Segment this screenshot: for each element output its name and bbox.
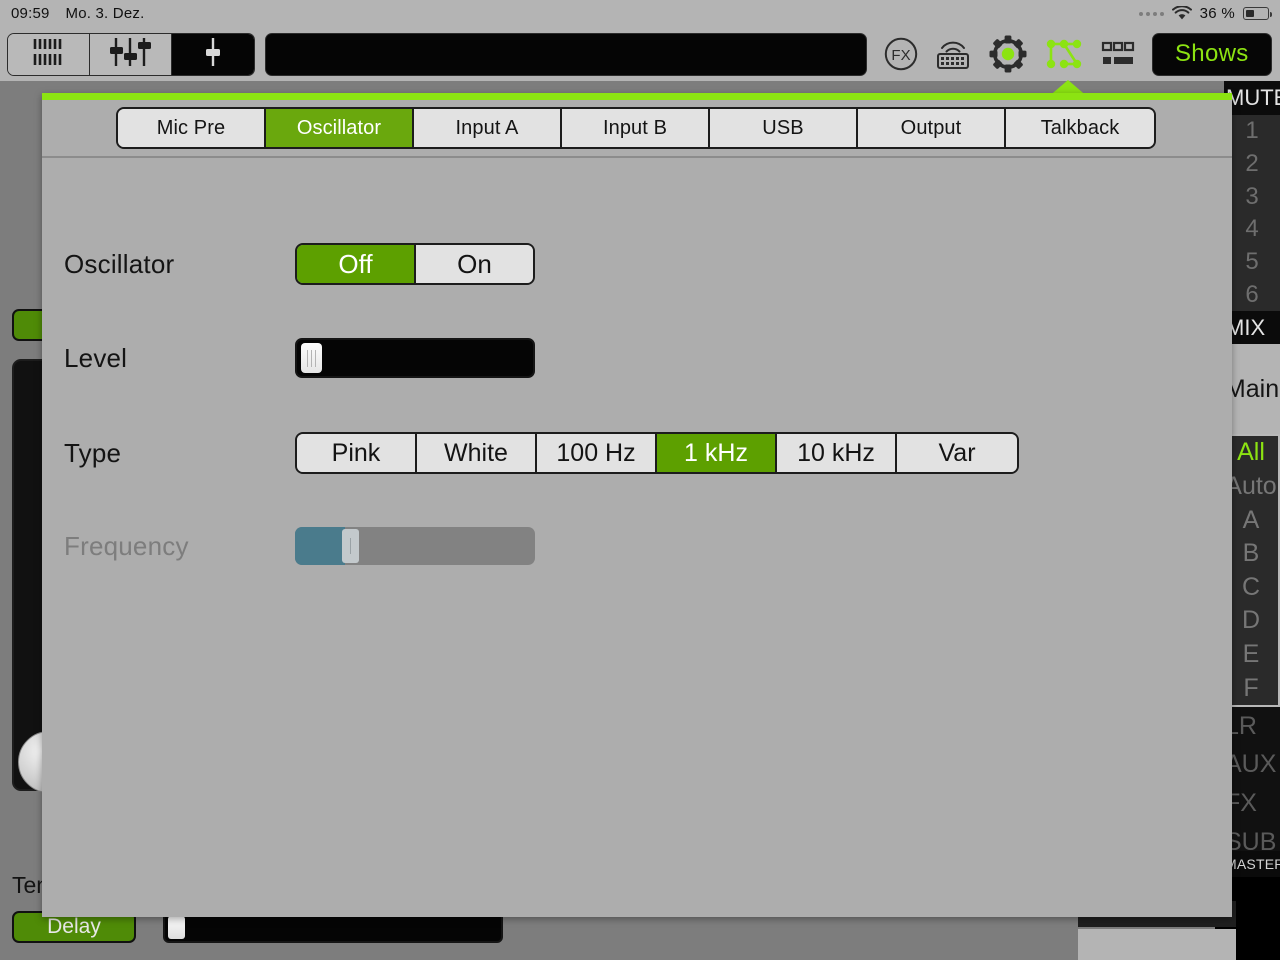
level-slider-handle[interactable] (301, 343, 322, 373)
tab-input-b[interactable]: Input B (562, 109, 710, 147)
oscillator-off-button[interactable]: Off (297, 245, 416, 283)
tab-talkback[interactable]: Talkback (1006, 109, 1154, 147)
type-100hz[interactable]: 100 Hz (537, 434, 657, 472)
mute-group-4[interactable]: 4 (1224, 213, 1280, 246)
view-mode-segmented-control[interactable] (7, 32, 255, 76)
setup-dialog: Mic Pre Oscillator Input A Input B USB O… (42, 93, 1232, 917)
type-segmented-control[interactable]: Pink White 100 Hz 1 kHz 10 kHz Var (295, 432, 1019, 474)
mix-header: MIX (1224, 311, 1280, 344)
mute-group-5[interactable]: 5 (1224, 246, 1280, 279)
wifi-icon (1171, 5, 1192, 21)
shows-button[interactable]: Shows (1151, 32, 1272, 76)
frequency-label: Frequency (64, 530, 189, 561)
level-label: Level (64, 342, 128, 373)
setup-gear-button[interactable] (988, 34, 1028, 74)
bus-fx[interactable]: FX (1224, 784, 1280, 823)
bank-all[interactable]: All (1224, 436, 1278, 470)
oscillator-row: Oscillator Off On (42, 243, 1232, 285)
bank-selector-list[interactable]: All Auto A B C D E F (1224, 434, 1280, 707)
mute-group-3[interactable]: 3 (1224, 180, 1280, 213)
tab-mic-pre[interactable]: Mic Pre (118, 109, 266, 147)
level-slider[interactable] (295, 338, 535, 378)
bank-c[interactable]: C (1224, 571, 1278, 605)
ios-status-bar: 09:59 Mo. 3. Dez. 36 % (0, 0, 1280, 27)
frequency-slider (295, 527, 535, 565)
tab-usb[interactable]: USB (710, 109, 858, 147)
slider-handle[interactable] (168, 916, 185, 939)
signal-dots-icon (1138, 11, 1164, 16)
tab-input-a[interactable]: Input A (414, 109, 562, 147)
mixer-app-window: 09:59 Mo. 3. Dez. 36 % FX Shows Delay MU… (0, 0, 1280, 960)
bank-auto[interactable]: Auto (1224, 470, 1278, 504)
bank-d[interactable]: D (1224, 604, 1278, 638)
main-toolbar: FX Shows (0, 27, 1280, 81)
oscillator-toggle[interactable]: Off On (295, 243, 535, 285)
bank-e[interactable]: E (1224, 638, 1278, 672)
frequency-row: Frequency (42, 527, 1232, 565)
svg-text:FX: FX (891, 47, 910, 64)
wireless-keyboard-button[interactable] (934, 37, 972, 71)
tab-oscillator[interactable]: Oscillator (266, 109, 414, 147)
frequency-slider-fill (295, 527, 346, 565)
type-10khz[interactable]: 10 kHz (777, 434, 897, 472)
type-var[interactable]: Var (897, 434, 1017, 472)
bank-f[interactable]: F (1224, 671, 1278, 705)
single-fader-view-button[interactable] (171, 33, 254, 75)
status-date: Mo. 3. Dez. (65, 5, 145, 22)
channels-view-button[interactable] (8, 33, 90, 75)
type-row: Type Pink White 100 Hz 1 kHz 10 kHz Var (42, 432, 1232, 474)
channel-name-display[interactable] (264, 32, 867, 76)
channel-strips-icon (31, 37, 65, 72)
dialog-tab-bar: Mic Pre Oscillator Input A Input B USB O… (42, 100, 1232, 158)
battery-percent-label: 36 % (1199, 5, 1235, 22)
mute-header: MUTE (1224, 81, 1280, 115)
level-row: Level (42, 338, 1232, 378)
status-time: 09:59 (11, 5, 50, 22)
type-white[interactable]: White (417, 434, 537, 472)
dialog-body: Oscillator Off On Level Type Pink White (42, 158, 1232, 917)
routing-button[interactable] (1044, 36, 1084, 72)
tab-output[interactable]: Output (858, 109, 1006, 147)
battery-icon (1243, 7, 1273, 20)
oscillator-on-button[interactable]: On (416, 245, 533, 283)
mute-group-2[interactable]: 2 (1224, 148, 1280, 181)
type-label: Type (64, 437, 122, 468)
bank-a[interactable]: A (1224, 503, 1278, 537)
mute-group-1[interactable]: 1 (1224, 115, 1280, 148)
masters-label: MASTERS (1224, 851, 1280, 877)
bus-lr[interactable]: LR (1224, 707, 1280, 746)
frequency-slider-handle (342, 529, 360, 563)
faders-icon (108, 36, 152, 73)
single-fader-icon (202, 36, 224, 73)
bus-aux[interactable]: AUX (1224, 746, 1280, 785)
meters-button[interactable] (1100, 38, 1136, 70)
type-pink[interactable]: Pink (297, 434, 417, 472)
dialog-accent-line (42, 93, 1232, 100)
faders-view-button[interactable] (89, 33, 172, 75)
fx-button[interactable]: FX (884, 37, 918, 71)
bottom-light-bar (1078, 929, 1236, 960)
mute-group-list[interactable]: 1 2 3 4 5 6 (1224, 115, 1280, 311)
mute-group-6[interactable]: 6 (1224, 278, 1280, 311)
bank-b[interactable]: B (1224, 537, 1278, 571)
oscillator-label: Oscillator (64, 248, 175, 279)
type-1khz[interactable]: 1 kHz (657, 434, 777, 472)
main-mix-button[interactable]: Main (1224, 344, 1280, 434)
